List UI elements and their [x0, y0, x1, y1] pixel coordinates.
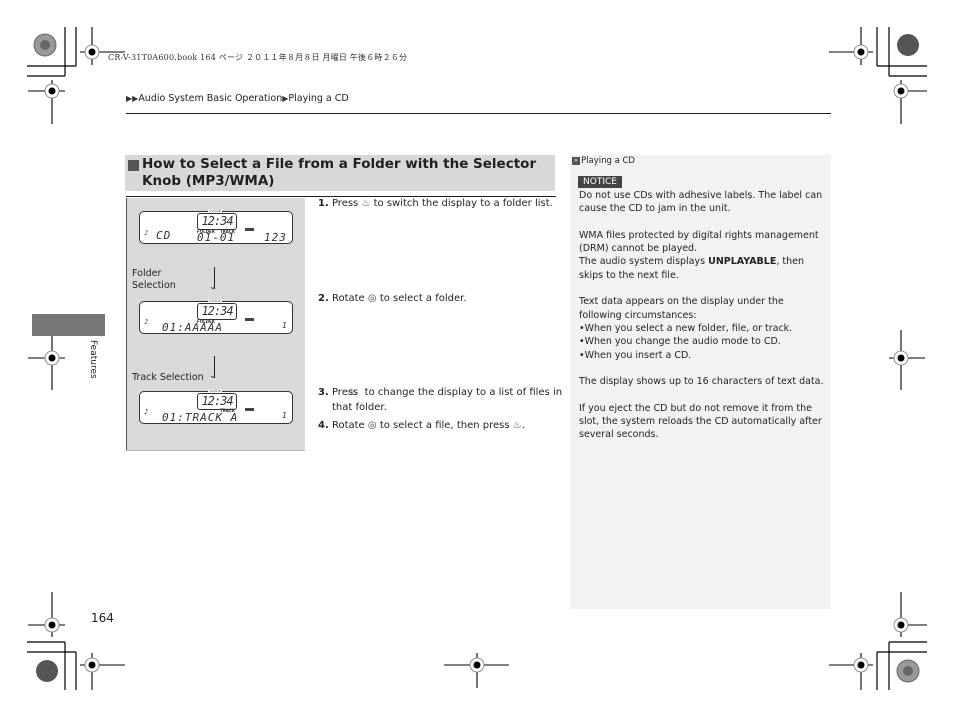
- step-text: Rotate: [331, 420, 365, 431]
- list-item: When you select a new folder, file, or t…: [579, 322, 827, 335]
- note-paragraph: The display shows up to 16 characters of…: [579, 376, 824, 388]
- step-1: 1. Press ♨ to switch the display to a fo…: [318, 196, 558, 211]
- clock-label: CLOCK: [208, 389, 222, 393]
- breadcrumb-item[interactable]: Playing a CD: [288, 93, 348, 104]
- note-paragraph: WMA files protected by digital rights ma…: [579, 229, 827, 282]
- clock-label: CLOCK: [208, 299, 222, 303]
- note-emphasis: UNPLAYABLE: [708, 256, 777, 268]
- arrow-down-icon: ⌄: [209, 282, 217, 292]
- note-paragraph: If you eject the CD but do not remove it…: [579, 402, 822, 441]
- breadcrumb-item[interactable]: Audio System Basic Operation: [138, 93, 282, 104]
- reference-text: Playing a CD: [581, 156, 635, 166]
- breadcrumb: ▶▶Audio System Basic Operation▶Playing a…: [126, 93, 349, 104]
- folder-selection-label: Folder Selection: [132, 268, 176, 291]
- list-item: When you insert a CD.: [579, 349, 827, 362]
- step-text: Press: [331, 198, 359, 209]
- step-text: to select a folder.: [379, 293, 467, 304]
- step-text: to switch the display to a folder list.: [373, 198, 553, 209]
- step-number: 3.: [318, 387, 329, 398]
- display-figure: 12:34 CLOCK ♪ CD FOLDER TRACK 01-01 123 …: [126, 198, 305, 451]
- chapter-label: Features: [88, 340, 98, 379]
- selector-knob-rotate-icon: ◎: [367, 293, 377, 304]
- step-2: 2. Rotate ◎ to select a folder.: [318, 291, 558, 306]
- step-3: 3. Press ♨ to change the display to a li…: [318, 387, 563, 413]
- clock-readout: 12:34: [197, 303, 237, 320]
- clock-readout: 12:34: [197, 213, 237, 230]
- step-text: to select a file, then press: [379, 420, 510, 431]
- indicator-readout: 1: [282, 321, 288, 330]
- time-readout: 123: [264, 231, 287, 244]
- clock-label: CLOCK: [208, 209, 222, 213]
- note-paragraph: Do not use CDs with adhesive labels. The…: [579, 190, 823, 215]
- step-number: 2.: [318, 293, 329, 304]
- chapter-tab[interactable]: [32, 314, 105, 336]
- section-heading: How to Select a File from a Folder with …: [125, 155, 555, 191]
- arrow-down-icon: ⌄: [209, 371, 217, 381]
- note-text: The audio system displays: [579, 256, 709, 268]
- heading-square-icon: [128, 160, 139, 171]
- step-4: 4. Rotate ◎ to select a file, then press…: [318, 418, 558, 433]
- disc-icon: ♪: [144, 318, 149, 326]
- reference-link[interactable]: » Playing a CD: [572, 156, 635, 166]
- side-notes: » Playing a CD NOTICE Do not use CDs with…: [570, 155, 831, 609]
- note-text: WMA files protected by digital rights ma…: [579, 229, 819, 255]
- step-number: 1.: [318, 198, 329, 209]
- lcd-display-folder: 12:34 CLOCK ♪ FOLDER 01:AAAAA 1: [139, 299, 293, 334]
- section-title: How to Select a File from a Folder with …: [142, 156, 537, 189]
- selector-knob-press-icon: ♨: [512, 420, 522, 431]
- disc-icon: ♪: [144, 408, 149, 416]
- reference-icon: »: [572, 156, 580, 165]
- breadcrumb-arrow-icon: ▶▶: [126, 94, 139, 103]
- format-badge: [245, 318, 254, 321]
- page-number: 164: [91, 611, 114, 625]
- step-text: to change the display to a list of files…: [332, 387, 563, 413]
- note-list: When you select a new folder, file, or t…: [579, 322, 827, 362]
- note-paragraph: Text data appears on the display under t…: [579, 296, 784, 321]
- indicator-readout: 1: [282, 411, 288, 420]
- selector-knob-press-icon: ♨: [361, 198, 371, 209]
- mode-readout: CD: [156, 229, 172, 242]
- notes-body: Do not use CDs with adhesive labels. The…: [579, 189, 827, 455]
- format-badge: [245, 228, 254, 231]
- step-number: 4.: [318, 420, 329, 431]
- notice-badge: NOTICE: [578, 176, 622, 188]
- step-text: Rotate: [331, 293, 365, 304]
- format-badge: [245, 408, 254, 411]
- folder-track-readout: 01-01: [197, 231, 236, 244]
- print-meta: CR-V-31T0A600.book 164 ページ ２０１１年８月８日 月曜日…: [108, 53, 408, 62]
- selector-knob-rotate-icon: ◎: [367, 420, 377, 431]
- disc-icon: ♪: [144, 229, 149, 237]
- step-text: .: [521, 420, 525, 431]
- track-selection-label: Track Selection: [132, 372, 204, 383]
- header-rule: [126, 113, 831, 114]
- lcd-display-cd: 12:34 CLOCK ♪ CD FOLDER TRACK 01-01 123: [139, 209, 293, 244]
- folder-name-readout: 01:AAAAA: [162, 321, 223, 334]
- list-item: When you change the audio mode to CD.: [579, 335, 827, 348]
- track-name-readout: 01:TRACK A: [162, 411, 239, 424]
- lcd-display-track: 12:34 CLOCK ♪ TRACK 01:TRACK A 1: [139, 389, 293, 424]
